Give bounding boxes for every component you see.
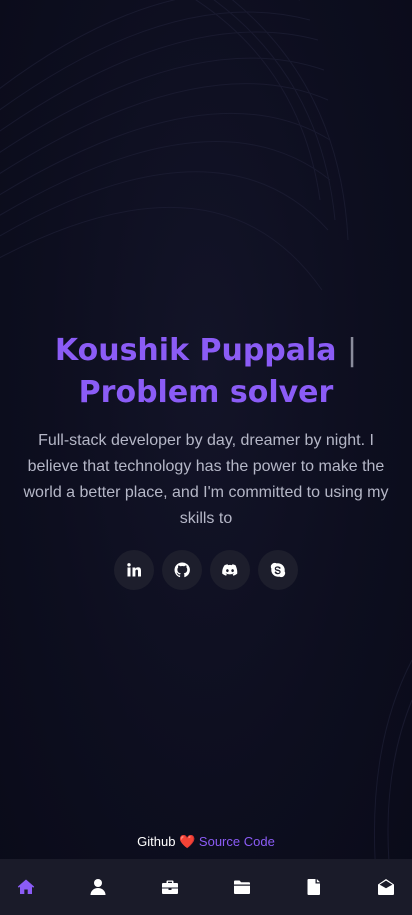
envelope-open-icon <box>378 879 394 895</box>
social-links <box>114 550 298 590</box>
nav-item-projects[interactable] <box>232 877 252 897</box>
footer-prefix: Github <box>137 834 176 849</box>
hero-section: Koushik Puppala | Problem solver Full-st… <box>0 330 412 590</box>
hero-description: Full-stack developer by day, dreamer by … <box>23 432 389 527</box>
page: Koushik Puppala | Problem solver Full-st… <box>0 0 412 915</box>
source-code-link[interactable]: Source Code <box>199 834 275 849</box>
briefcase-icon <box>162 880 178 894</box>
home-icon <box>17 879 35 894</box>
github-link[interactable] <box>162 550 202 590</box>
footer: Github ❤️ Source Code <box>0 832 412 852</box>
hero-role: Problem solver <box>78 375 334 410</box>
discord-icon <box>222 564 238 576</box>
nav-item-home[interactable] <box>16 877 36 897</box>
linkedin-icon <box>127 563 141 577</box>
file-icon <box>307 879 320 895</box>
folder-icon <box>234 880 250 894</box>
bottom-nav <box>0 859 412 915</box>
nav-item-contact[interactable] <box>376 877 396 897</box>
nav-item-resume[interactable] <box>304 877 324 897</box>
linkedin-link[interactable] <box>114 550 154 590</box>
hero-name: Koushik Puppala <box>54 333 337 368</box>
discord-link[interactable] <box>210 550 250 590</box>
skype-link[interactable] <box>258 550 298 590</box>
nav-item-about[interactable] <box>88 877 108 897</box>
hero-title: Koushik Puppala | Problem solver <box>55 330 357 414</box>
github-icon <box>174 562 190 578</box>
heart-icon: ❤️ <box>179 834 196 849</box>
title-separator: | <box>347 333 358 368</box>
skype-icon <box>270 562 286 578</box>
nav-item-experience[interactable] <box>160 877 180 897</box>
user-icon <box>90 879 106 895</box>
